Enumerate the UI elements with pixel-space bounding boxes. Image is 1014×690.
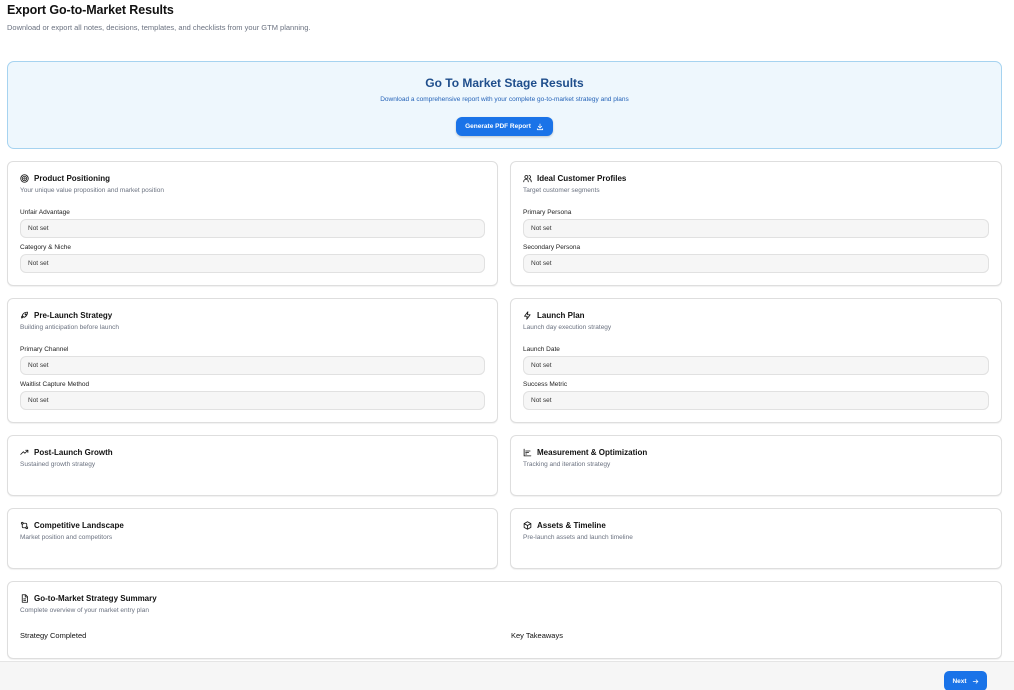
card-ideal-customer-profiles: Ideal Customer Profiles Target customer … (510, 161, 1002, 286)
card-title: Assets & Timeline (537, 521, 606, 530)
card-description: Pre-launch assets and launch timeline (523, 534, 633, 541)
export-page: Export Go-to-Market Results Download or … (0, 0, 1014, 690)
generate-pdf-label: Generate PDF Report (465, 123, 531, 130)
strategy-completed-label: Strategy Completed (20, 631, 87, 640)
field-label-category-niche: Category & Niche (20, 244, 71, 251)
results-banner: Go To Market Stage Results Download a co… (7, 61, 1002, 149)
zap-icon (524, 311, 531, 320)
field-success-metric: Not set (523, 391, 989, 410)
card-title: Product Positioning (34, 174, 110, 183)
arrow-right-icon (972, 678, 978, 684)
card-description: Sustained growth strategy (20, 461, 96, 468)
field-label-success-metric: Success Metric (523, 381, 568, 388)
field-primary-channel: Not set (20, 356, 485, 375)
field-label-primary-channel: Primary Channel (20, 346, 69, 353)
trending-up-icon (20, 449, 29, 455)
card-title: Launch Plan (537, 311, 585, 320)
field-primary-persona: Not set (523, 219, 989, 238)
card-description: Building anticipation before launch (20, 324, 120, 331)
page-header: Export Go-to-Market Results Download or … (7, 3, 310, 32)
card-description: Complete overview of your market entry p… (20, 607, 149, 614)
field-unfair-advantage: Not set (20, 219, 485, 238)
download-icon (536, 123, 543, 130)
git-compare-icon (20, 521, 29, 530)
document-icon (21, 594, 28, 603)
card-product-positioning: Product Positioning Your unique value pr… (7, 161, 498, 286)
card-title: Post-Launch Growth (34, 448, 113, 457)
field-label-launch-date: Launch Date (523, 346, 560, 353)
card-pre-launch-strategy: Pre-Launch Strategy Building anticipatio… (7, 298, 498, 423)
card-post-launch-growth: Post-Launch Growth Sustained growth stra… (7, 435, 498, 496)
card-title: Pre-Launch Strategy (34, 311, 113, 320)
card-assets-timeline: Assets & Timeline Pre-launch assets and … (510, 508, 1002, 569)
card-description: Launch day execution strategy (523, 324, 612, 331)
target-icon (20, 174, 29, 183)
box-icon (523, 521, 532, 530)
card-description: Target customer segments (523, 187, 600, 194)
next-button[interactable]: Next (944, 671, 987, 690)
field-label-primary-persona: Primary Persona (523, 209, 572, 216)
field-label-secondary-persona: Secondary Persona (523, 244, 581, 251)
field-category-niche: Not set (20, 254, 485, 273)
card-title: Ideal Customer Profiles (537, 174, 627, 183)
footer-bar: Next (0, 661, 1014, 690)
card-measurement-optimization: Measurement & Optimization Tracking and … (510, 435, 1002, 496)
card-title: Competitive Landscape (34, 521, 124, 530)
card-description: Tracking and iteration strategy (523, 461, 611, 468)
field-label-waitlist-capture: Waitlist Capture Method (20, 381, 90, 388)
rocket-icon (21, 311, 28, 319)
card-description: Market position and competitors (20, 534, 113, 541)
card-competitive-landscape: Competitive Landscape Market position an… (7, 508, 498, 569)
banner-subtitle: Download a comprehensive report with you… (380, 96, 629, 103)
card-description: Your unique value proposition and market… (20, 187, 164, 194)
field-label-unfair-advantage: Unfair Advantage (20, 209, 70, 216)
key-takeaways-label: Key Takeaways (511, 631, 563, 640)
card-title: Measurement & Optimization (537, 448, 648, 457)
bar-chart-icon (523, 448, 532, 457)
field-launch-date: Not set (523, 356, 989, 375)
page-title: Export Go-to-Market Results (7, 3, 174, 17)
banner-title: Go To Market Stage Results (425, 76, 584, 90)
card-strategy-summary: Go-to-Market Strategy Summary Complete o… (7, 581, 1002, 659)
card-title: Go-to-Market Strategy Summary (34, 594, 157, 603)
page-subtitle: Download or export all notes, decisions,… (7, 23, 311, 32)
next-label: Next (952, 677, 967, 685)
users-icon (523, 175, 532, 183)
card-launch-plan: Launch Plan Launch day execution strateg… (510, 298, 1002, 423)
field-secondary-persona: Not set (523, 254, 989, 273)
field-waitlist-capture: Not set (20, 391, 485, 410)
generate-pdf-button[interactable]: Generate PDF Report (456, 117, 553, 136)
